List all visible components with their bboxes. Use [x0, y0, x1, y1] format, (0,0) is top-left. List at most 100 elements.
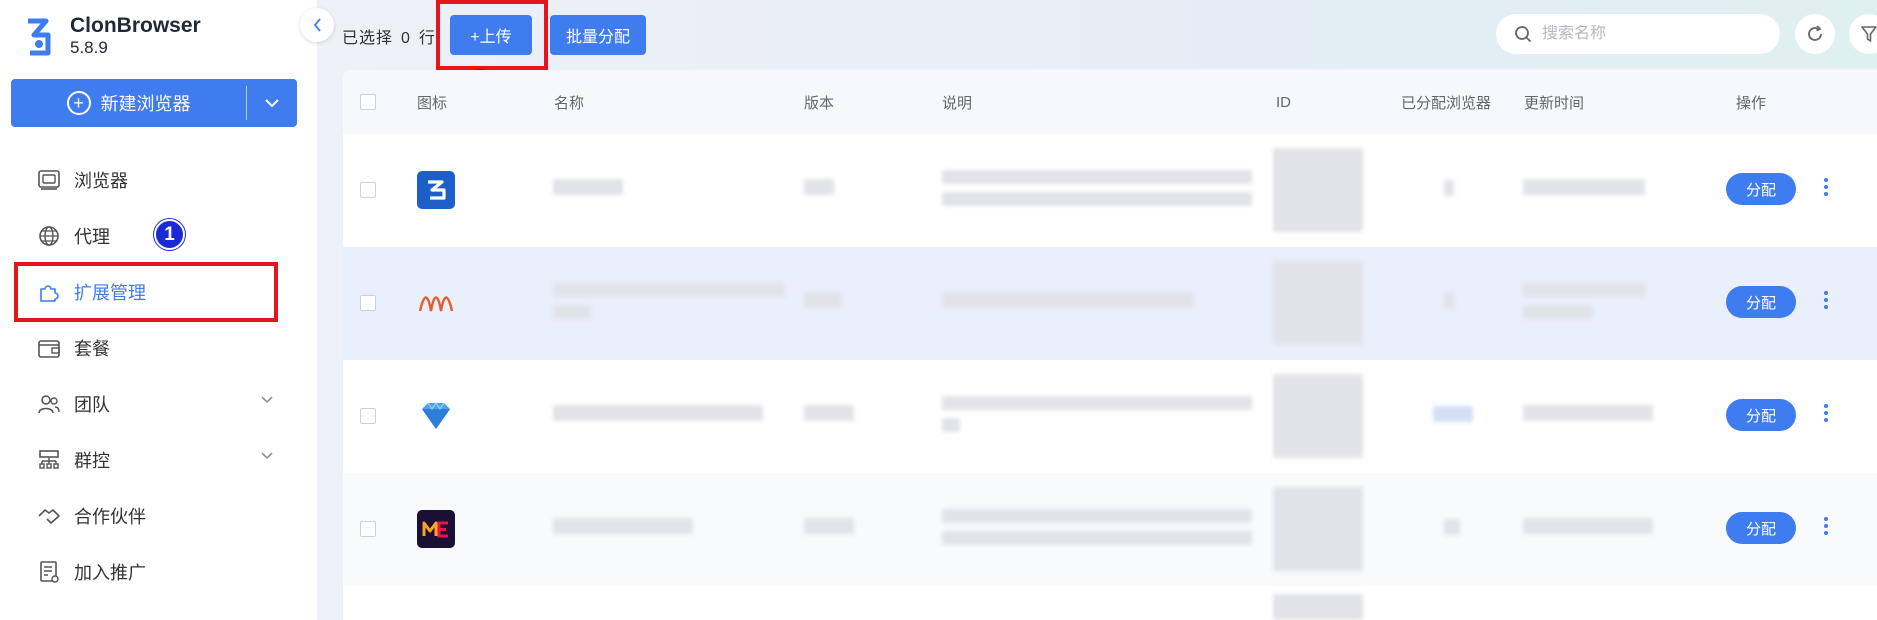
more-actions-icon[interactable] [1822, 517, 1830, 535]
batch-assign-button[interactable]: 批量分配 [550, 15, 646, 55]
description-redacted [942, 170, 1252, 184]
header-description: 说明 [942, 94, 973, 112]
assigned-redacted [1433, 406, 1473, 422]
id-redacted [1273, 594, 1363, 620]
app-logo: ClonBrowser 5.8.9 [24, 14, 201, 58]
updated-redacted [1523, 518, 1653, 534]
row-checkbox[interactable] [360, 521, 376, 537]
id-redacted [1273, 487, 1363, 571]
filter-icon [1861, 26, 1877, 42]
table-row[interactable] [343, 586, 1877, 620]
updated-redacted [1523, 179, 1645, 195]
sidebar-nav: 浏览器 代理 扩展管理 套餐 团队 群控 合作伙伴 加入推广 [0, 152, 317, 600]
id-redacted [1273, 148, 1363, 232]
group-control-icon [36, 447, 62, 473]
description-redacted [942, 509, 1252, 523]
extensions-table: 图标 名称 版本 说明 ID 已分配浏览器 更新时间 操作 分配 分配 分配 分… [343, 70, 1877, 620]
chevron-down-icon [265, 98, 279, 107]
assign-button[interactable]: 分配 [1726, 512, 1796, 544]
sidebar-item-team[interactable]: 团队 [0, 376, 317, 432]
chevron-left-icon [313, 18, 321, 32]
collapse-sidebar-button[interactable] [300, 8, 334, 42]
version-redacted [804, 518, 854, 534]
description-redacted [942, 531, 1252, 545]
app-version: 5.8.9 [70, 38, 108, 57]
clonbrowser-logo-icon [28, 18, 51, 56]
me-ext-icon [417, 510, 455, 548]
refresh-icon [1808, 25, 1822, 41]
sidebar-item-label: 浏览器 [74, 171, 128, 191]
diamond-ext-icon [417, 397, 455, 435]
app-name: ClonBrowser [70, 14, 201, 37]
wallet-icon [36, 335, 62, 361]
selection-count: 已选择 0 行 [342, 24, 436, 48]
selected-count: 0 [401, 30, 411, 47]
sidebar-item-label: 代理 [74, 227, 110, 247]
clonbrowser-ext-icon [417, 171, 455, 209]
name-redacted [553, 179, 623, 195]
table-header: 图标 名称 版本 说明 ID 已分配浏览器 更新时间 操作 [343, 70, 1877, 134]
row-checkbox[interactable] [360, 408, 376, 424]
highlight-box-upload [436, 0, 548, 70]
assigned-redacted [1444, 519, 1460, 535]
select-all-checkbox[interactable] [360, 94, 376, 110]
header-actions: 操作 [1736, 94, 1767, 112]
sidebar-item-label: 群控 [74, 451, 110, 471]
header-version: 版本 [804, 94, 835, 112]
assign-button[interactable]: 分配 [1726, 286, 1796, 318]
new-browser-button[interactable]: + 新建浏览器 [11, 79, 297, 127]
table-row[interactable]: 分配 [343, 360, 1877, 473]
selected-prefix: 已选择 [342, 30, 394, 47]
globe-icon [36, 223, 62, 249]
chevron-down-icon [261, 452, 273, 460]
assign-button[interactable]: 分配 [1726, 399, 1796, 431]
search-box[interactable] [1496, 14, 1780, 54]
name-redacted [553, 518, 693, 534]
sidebar-item-promote[interactable]: 加入推广 [0, 544, 317, 600]
sidebar-item-label: 加入推广 [74, 563, 146, 583]
updated-redacted [1523, 405, 1653, 421]
refresh-button[interactable] [1795, 14, 1835, 54]
header-name: 名称 [554, 94, 585, 112]
updated-redacted [1523, 305, 1593, 319]
new-browser-dropdown[interactable] [247, 98, 297, 108]
handshake-icon [36, 503, 62, 529]
sidebar-item-plan[interactable]: 套餐 [0, 320, 317, 376]
name-redacted [553, 405, 763, 421]
promote-icon [36, 559, 62, 585]
highlight-box-extensions [14, 262, 278, 322]
search-input[interactable] [1542, 25, 1762, 43]
selected-suffix: 行 [418, 30, 436, 47]
row-checkbox[interactable] [360, 182, 376, 198]
new-browser-main[interactable]: + 新建浏览器 [11, 90, 246, 116]
table-row[interactable]: 分配 [343, 473, 1877, 586]
sidebar-item-partners[interactable]: 合作伙伴 [0, 488, 317, 544]
description-redacted [942, 192, 1252, 206]
more-actions-icon[interactable] [1822, 404, 1830, 422]
table-row[interactable]: 分配 [343, 134, 1877, 247]
header-assigned-browsers: 已分配浏览器 [1401, 94, 1492, 112]
sidebar-item-group-control[interactable]: 群控 [0, 432, 317, 488]
team-icon [36, 391, 62, 417]
search-icon [1515, 26, 1532, 43]
row-checkbox[interactable] [360, 295, 376, 311]
sidebar: ClonBrowser 5.8.9 + 新建浏览器 浏览器 代理 扩展管理 套餐… [0, 0, 317, 620]
more-actions-icon[interactable] [1822, 291, 1830, 309]
plus-circle-icon: + [66, 91, 91, 115]
version-redacted [804, 179, 834, 195]
more-actions-icon[interactable] [1822, 178, 1830, 196]
chevron-down-icon [261, 396, 273, 404]
version-redacted [804, 292, 842, 308]
table-row[interactable]: 分配 [343, 247, 1877, 360]
browser-icon [36, 167, 62, 193]
id-redacted [1273, 374, 1363, 458]
description-redacted [942, 396, 1252, 410]
header-icon: 图标 [417, 94, 448, 112]
assigned-redacted [1444, 180, 1454, 196]
new-browser-label: 新建浏览器 [100, 94, 191, 114]
header-updated-time: 更新时间 [1524, 94, 1585, 112]
assign-button[interactable]: 分配 [1726, 173, 1796, 205]
updated-redacted [1523, 283, 1645, 297]
sidebar-item-browser[interactable]: 浏览器 [0, 152, 317, 208]
name-redacted [553, 283, 785, 297]
